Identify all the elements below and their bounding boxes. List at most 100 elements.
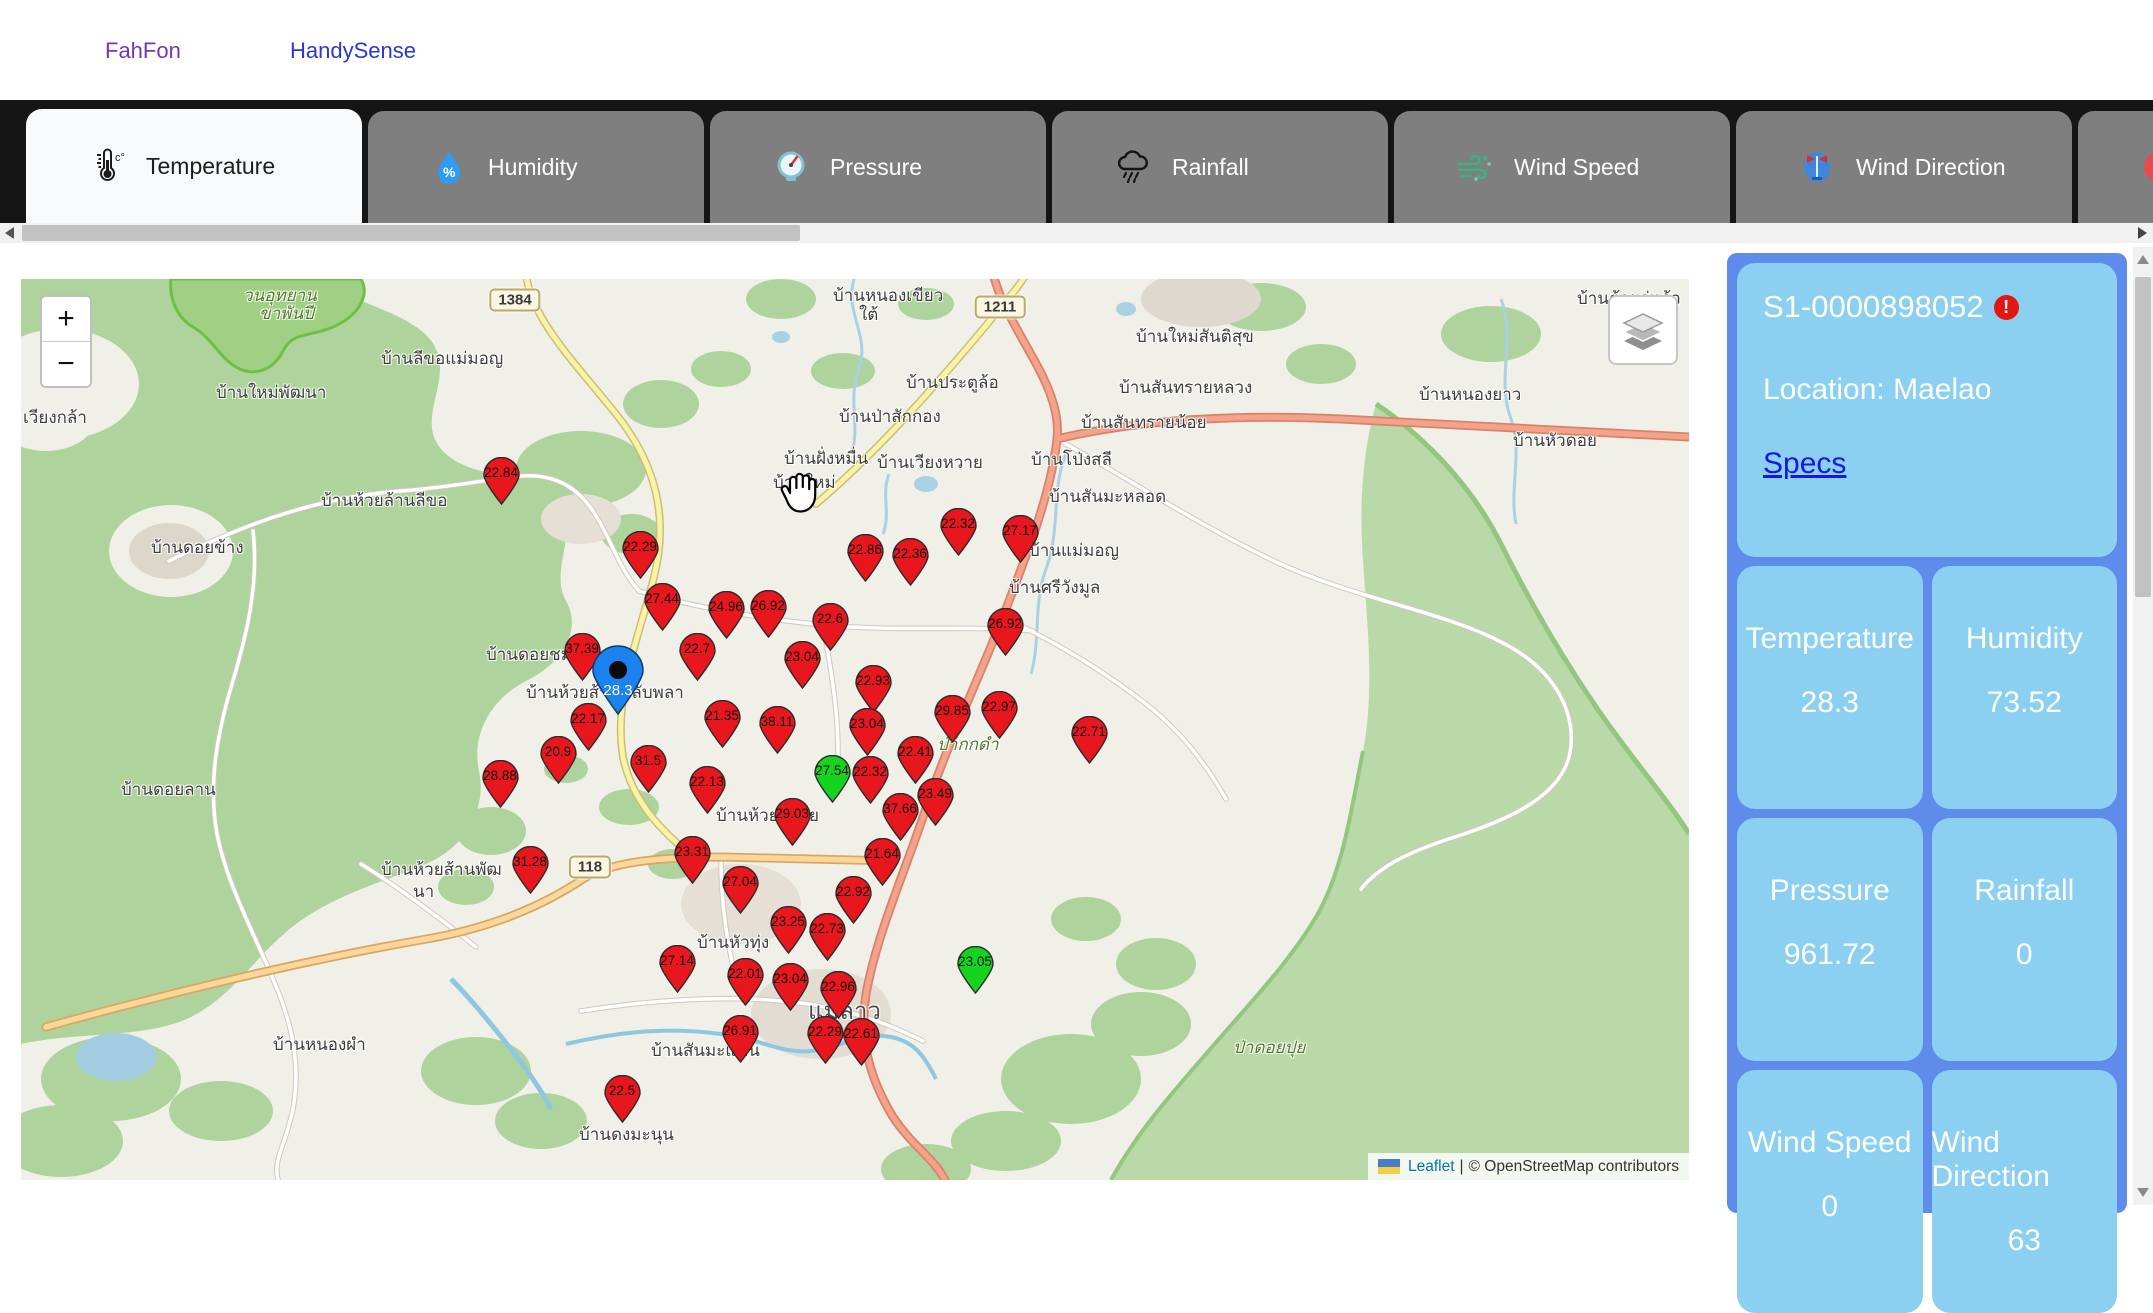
sensor-card-value: 961.72 [1784, 938, 1876, 972]
red-station-marker[interactable]: 26.92 [750, 590, 787, 643]
red-station-marker[interactable]: 20.9 [540, 736, 577, 789]
tab-label: Rainfall [1172, 154, 1249, 181]
red-station-marker[interactable]: 22.86 [847, 534, 884, 587]
sensor-card-temperature[interactable]: Temperature28.3 [1737, 566, 1923, 809]
rain-cloud-icon [1114, 148, 1152, 186]
red-station-marker[interactable]: 23.04 [849, 708, 886, 761]
red-station-marker[interactable]: 27.04 [722, 866, 759, 919]
sensor-card-humidity[interactable]: Humidity73.52 [1932, 566, 2118, 809]
red-station-marker[interactable]: 22.5 [604, 1075, 641, 1128]
sensor-card-title: Wind Speed [1748, 1126, 1911, 1160]
leaflet-link[interactable]: Leaflet [1408, 1158, 1455, 1176]
red-station-marker[interactable]: 22.84 [483, 457, 520, 510]
red-station-marker[interactable]: 23.04 [772, 963, 809, 1016]
red-station-marker[interactable]: 22.73 [809, 913, 846, 966]
scroll-up-icon[interactable] [2137, 255, 2149, 264]
red-station-marker[interactable]: 26.91 [722, 1015, 759, 1068]
vertical-scrollbar[interactable] [2133, 247, 2153, 1205]
red-station-marker[interactable]: 21.35 [704, 700, 741, 753]
red-station-marker[interactable]: 22.36 [892, 538, 929, 591]
map-place-label: บ้านห้วยล้านลีขอ [321, 487, 448, 514]
red-station-marker[interactable]: 28.88 [482, 760, 519, 813]
red-station-marker[interactable]: 22.29 [807, 1016, 844, 1069]
marker-value: 22.84 [484, 465, 518, 480]
map-place-label: บ้านลีขอแม่มอญ [381, 345, 503, 372]
tab-label: Wind Direction [1856, 154, 2006, 181]
tab-pressure[interactable]: Pressure [710, 111, 1046, 223]
horizontal-scrollbar-thumb[interactable] [22, 225, 800, 241]
marker-value: 22.97 [982, 699, 1016, 714]
marker-value: 29.85 [935, 703, 969, 718]
green-station-marker[interactable]: 27.54 [814, 755, 851, 808]
red-station-marker[interactable]: 23.04 [784, 641, 821, 694]
top-header: FahFon HandySense [0, 0, 2153, 100]
marker-value: 27.44 [645, 591, 679, 606]
red-station-marker[interactable]: 22.7 [679, 633, 716, 686]
sensor-card-pressure[interactable]: Pressure 961.72 [1737, 818, 1923, 1061]
tab-label: Temperature [146, 153, 275, 180]
red-station-marker[interactable]: 22.13 [689, 766, 726, 819]
map-place-label: บ้านสันมะหลอด [1049, 483, 1166, 510]
red-station-marker[interactable]: 31.5 [630, 745, 667, 798]
scroll-down-icon[interactable] [2137, 1188, 2149, 1197]
tab-humidity[interactable]: %Humidity [368, 111, 704, 223]
red-station-marker[interactable]: 31.28 [512, 846, 549, 899]
red-station-marker[interactable]: 27.44 [644, 583, 681, 636]
marker-value: 23.31 [675, 844, 709, 859]
red-station-marker[interactable]: 22.01 [727, 958, 764, 1011]
red-station-marker[interactable]: 22.71 [1071, 716, 1108, 769]
red-station-marker[interactable]: 23.31 [674, 836, 711, 889]
horizontal-scrollbar[interactable] [0, 223, 2153, 243]
red-station-marker[interactable]: 29.03 [774, 798, 811, 851]
vertical-scrollbar-thumb[interactable] [2135, 277, 2151, 597]
marker-value: 23.04 [850, 716, 884, 731]
fahfon-link[interactable]: FahFon [105, 38, 181, 64]
red-station-marker[interactable]: 22.32 [940, 508, 977, 561]
red-station-marker[interactable]: 23.25 [770, 906, 807, 959]
wind-vane-icon [1798, 148, 1836, 186]
red-station-marker[interactable]: 22.61 [843, 1018, 880, 1071]
scroll-left-icon[interactable] [5, 227, 14, 239]
tab-overflow[interactable] [2078, 111, 2153, 223]
red-station-marker[interactable]: 38.11 [759, 706, 796, 759]
map-place-label: บ้านประตูล้อ [906, 369, 999, 396]
tab-wind-direction[interactable]: Wind Direction [1736, 111, 2072, 223]
red-station-marker[interactable]: 23.49 [917, 778, 954, 831]
map-place-label: บ้านหัวดอย [1513, 427, 1597, 454]
marker-value: 37.66 [883, 801, 917, 816]
red-station-marker[interactable]: 27.17 [1002, 515, 1039, 568]
road-badge: 1384 [489, 289, 540, 312]
map-layers-button[interactable] [1608, 295, 1678, 365]
marker-value: 22.61 [844, 1026, 878, 1041]
sensor-card-title: Pressure [1770, 874, 1890, 908]
scroll-right-icon[interactable] [2138, 227, 2147, 239]
tab-rainfall[interactable]: Rainfall [1052, 111, 1388, 223]
red-station-marker[interactable]: 22.29 [622, 531, 659, 584]
sensor-card-wind-speed[interactable]: Wind Speed0 [1737, 1070, 1923, 1313]
handysense-link[interactable]: HandySense [290, 38, 416, 64]
red-station-marker[interactable]: 22.97 [981, 691, 1018, 744]
sensor-card-title: Rainfall [1974, 874, 2074, 908]
marker-value: 22.13 [690, 774, 724, 789]
tab-temperature[interactable]: c°Temperature [26, 109, 362, 223]
station-location: Location: Maelao [1763, 373, 2091, 407]
leaflet-map[interactable]: วนอุทยานขาพันปีบ้านลีขอแม่มอญบ้านใหม่พัฒ… [21, 279, 1689, 1180]
red-station-marker[interactable]: 26.92 [987, 608, 1024, 661]
zoom-in-button[interactable]: + [42, 297, 90, 342]
attribution-separator: | [1460, 1158, 1464, 1176]
zoom-out-button[interactable]: − [42, 342, 90, 386]
specs-link[interactable]: Specs [1763, 447, 1846, 481]
road-badge: 118 [569, 856, 611, 879]
green-station-marker[interactable]: 23.05 [957, 946, 994, 999]
map-place-label: เวียงกล้า [23, 404, 87, 431]
map-place-label: บ้านสันทรายหลวง [1119, 374, 1252, 401]
tab-wind-speed[interactable]: Wind Speed [1394, 111, 1730, 223]
red-station-marker[interactable]: 27.14 [659, 945, 696, 998]
marker-value: 31.28 [513, 854, 547, 869]
red-station-marker[interactable]: 29.85 [934, 695, 971, 748]
sensor-card-wind-direction[interactable]: Wind Direction63 [1932, 1070, 2118, 1313]
sensor-card-rainfall[interactable]: Rainfall0 [1932, 818, 2118, 1061]
status-dot-icon [2140, 148, 2153, 186]
marker-value: 22.93 [856, 673, 890, 688]
map-place-label: บ้านดอยลาน [121, 776, 216, 803]
